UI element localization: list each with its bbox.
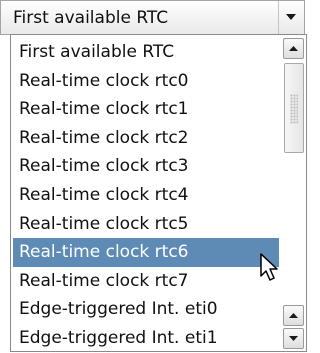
options-list: First available RTC Real-time clock rtc0…	[13, 38, 279, 353]
scrollbar-thumb[interactable]	[284, 63, 304, 153]
list-item[interactable]: Real-time clock rtc7	[13, 267, 279, 296]
scroll-down-button[interactable]	[283, 328, 304, 349]
triangle-down-icon	[286, 14, 296, 20]
dropdown-list: First available RTC Real-time clock rtc0…	[10, 34, 307, 352]
list-item[interactable]: Edge-triggered Int. eti1	[13, 324, 279, 353]
list-item[interactable]: Real-time clock rtc3	[13, 152, 279, 181]
list-item[interactable]: Real-time clock rtc2	[13, 124, 279, 153]
list-item[interactable]: Real-time clock rtc4	[13, 181, 279, 210]
list-item-highlighted[interactable]: Real-time clock rtc6	[13, 238, 279, 267]
list-item[interactable]: First available RTC	[13, 38, 279, 67]
triangle-down-icon	[289, 336, 298, 341]
list-item[interactable]: Real-time clock rtc0	[13, 67, 279, 96]
triangle-up-icon	[289, 313, 298, 318]
list-item[interactable]: Edge-triggered Int. eti0	[13, 295, 279, 324]
vertical-scrollbar[interactable]	[283, 36, 305, 350]
rtc-combobox[interactable]: First available RTC	[0, 0, 305, 35]
scroll-up-button[interactable]	[283, 38, 304, 59]
triangle-up-icon	[289, 46, 298, 51]
combobox-dropdown-button[interactable]	[278, 1, 304, 34]
list-item[interactable]: Real-time clock rtc5	[13, 210, 279, 239]
arrow-pointer-icon	[260, 253, 278, 281]
scroll-up-button-secondary[interactable]	[283, 305, 304, 326]
list-item[interactable]: Real-time clock rtc1	[13, 95, 279, 124]
combobox-value: First available RTC	[13, 8, 169, 28]
grip-dots-icon	[290, 94, 298, 124]
